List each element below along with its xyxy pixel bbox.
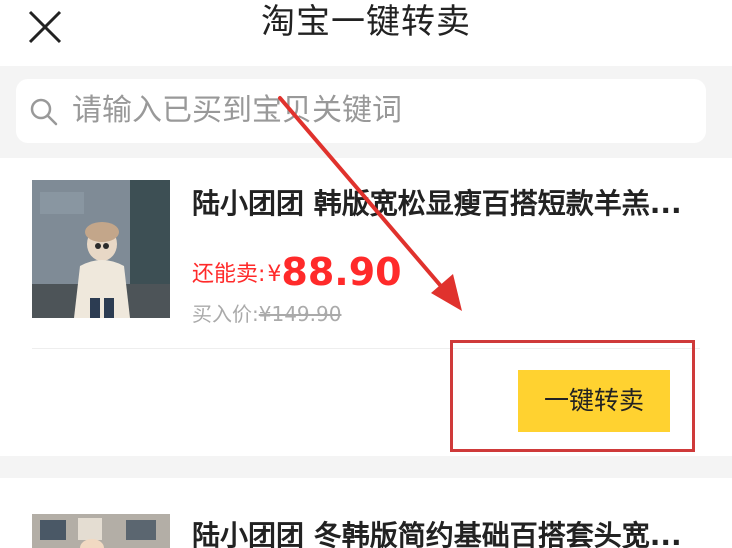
search-input[interactable]: 请输入已买到宝贝关键词 [16,79,706,143]
product-title[interactable]: 陆小团团 冬韩版简约基础百搭套头宽... [192,514,682,548]
search-area: 请输入已买到宝贝关键词 [0,66,732,158]
purchase-price-value: ¥149.90 [258,302,342,326]
search-icon [30,98,58,126]
search-placeholder: 请输入已买到宝贝关键词 [72,93,402,128]
section-separator [0,456,732,478]
product-image[interactable] [32,514,170,548]
resell-page: 淘宝一键转卖 请输入已买到宝贝关键词 陆小团团 韩版宽松显瘦百搭短款羊羔... … [0,0,732,548]
page-title: 淘宝一键转卖 [261,2,471,42]
resell-price-value: 88.90 [281,250,402,294]
resell-price-label: 还能卖: [192,262,266,287]
order-item: 陆小团团 冬韩版简约基础百搭套头宽... [0,478,732,548]
divider [32,348,700,349]
currency-symbol: ¥ [267,262,282,287]
header: 淘宝一键转卖 [0,0,732,66]
order-item: 陆小团团 韩版宽松显瘦百搭短款羊羔... 还能卖:¥88.90 买入价:¥149… [0,158,732,456]
resell-price: 还能卖:¥88.90 [192,250,402,294]
purchase-price: 买入价:¥149.90 [192,298,341,327]
one-click-resell-button[interactable]: 一键转卖 [518,370,670,432]
product-title[interactable]: 陆小团团 韩版宽松显瘦百搭短款羊羔... [192,182,682,222]
product-image[interactable] [32,180,170,318]
purchase-price-label: 买入价: [192,302,259,326]
